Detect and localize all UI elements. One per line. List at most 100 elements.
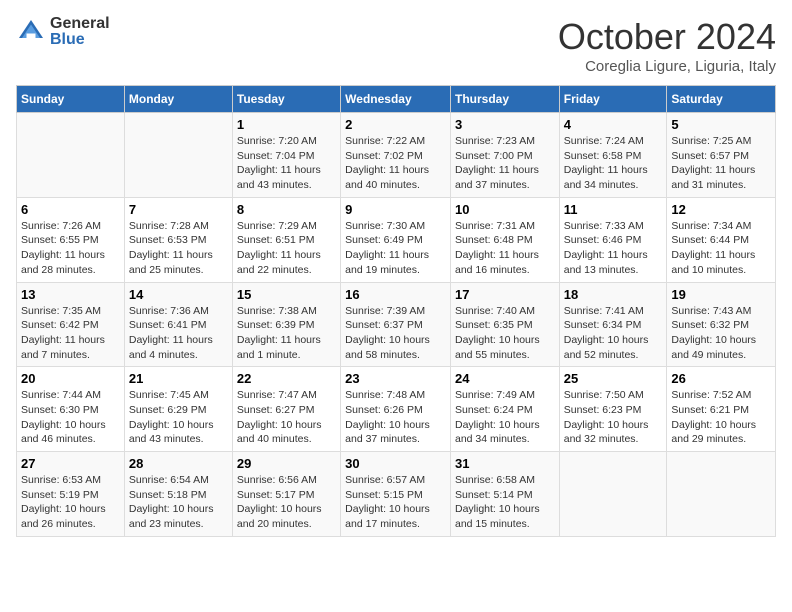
day-info: Sunrise: 7:34 AMSunset: 6:44 PMDaylight:…: [671, 219, 771, 278]
day-number: 31: [455, 456, 555, 471]
day-number: 13: [21, 287, 120, 302]
day-number: 25: [564, 371, 663, 386]
day-info: Sunrise: 7:24 AMSunset: 6:58 PMDaylight:…: [564, 134, 663, 193]
day-number: 28: [129, 456, 228, 471]
day-number: 12: [671, 202, 771, 217]
day-info: Sunrise: 7:41 AMSunset: 6:34 PMDaylight:…: [564, 304, 663, 363]
day-cell: [667, 452, 776, 537]
day-cell: 9 Sunrise: 7:30 AMSunset: 6:49 PMDaylight…: [341, 197, 451, 282]
title-block: October 2024 Coreglia Ligure, Liguria, I…: [558, 16, 776, 75]
week-row-2: 6Sunrise: 7:26 AMSunset: 6:55 PMDaylight…: [17, 197, 776, 282]
day-header-thursday: Thursday: [450, 86, 559, 113]
week-row-1: 1Sunrise: 7:20 AMSunset: 7:04 PMDaylight…: [17, 113, 776, 198]
day-cell: 11 Sunrise: 7:33 AMSunset: 6:46 PMDayligh…: [559, 197, 667, 282]
day-cell: 14 Sunrise: 7:36 AMSunset: 6:41 PMDayligh…: [124, 282, 232, 367]
day-cell: [559, 452, 667, 537]
day-info: Sunrise: 7:29 AMSunset: 6:51 PMDaylight:…: [237, 219, 336, 278]
day-info: Sunrise: 7:35 AMSunset: 6:42 PMDaylight:…: [21, 304, 120, 363]
logo-text: General Blue: [50, 16, 110, 48]
day-number: 20: [21, 371, 120, 386]
day-number: 6: [21, 202, 120, 217]
day-info: Sunrise: 7:28 AMSunset: 6:53 PMDaylight:…: [129, 219, 228, 278]
day-number: 10: [455, 202, 555, 217]
day-cell: 6Sunrise: 7:26 AMSunset: 6:55 PMDaylight…: [17, 197, 125, 282]
day-cell: 13 Sunrise: 7:35 AMSunset: 6:42 PMDayligh…: [17, 282, 125, 367]
day-cell: 4 Sunrise: 7:24 AMSunset: 6:58 PMDaylight…: [559, 113, 667, 198]
day-info: Sunrise: 7:25 AMSunset: 6:57 PMDaylight:…: [671, 134, 771, 193]
day-number: 30: [345, 456, 446, 471]
day-number: 11: [564, 202, 663, 217]
day-cell: 3Sunrise: 7:23 AMSunset: 7:00 PMDaylight…: [450, 113, 559, 198]
day-cell: 29 Sunrise: 6:56 AMSunset: 5:17 PMDayligh…: [232, 452, 340, 537]
day-number: 29: [237, 456, 336, 471]
day-number: 7: [129, 202, 228, 217]
day-info: Sunrise: 6:56 AMSunset: 5:17 PMDaylight:…: [237, 473, 336, 532]
day-cell: 12 Sunrise: 7:34 AMSunset: 6:44 PMDayligh…: [667, 197, 776, 282]
day-number: 16: [345, 287, 446, 302]
logo-icon: [16, 17, 46, 47]
day-info: Sunrise: 7:48 AMSunset: 6:26 PMDaylight:…: [345, 388, 446, 447]
day-number: 21: [129, 371, 228, 386]
week-row-3: 13 Sunrise: 7:35 AMSunset: 6:42 PMDayligh…: [17, 282, 776, 367]
day-info: Sunrise: 7:44 AMSunset: 6:30 PMDaylight:…: [21, 388, 120, 447]
day-number: 18: [564, 287, 663, 302]
day-number: 24: [455, 371, 555, 386]
logo: General Blue: [16, 16, 110, 48]
days-header-row: SundayMondayTuesdayWednesdayThursdayFrid…: [17, 86, 776, 113]
day-cell: 5Sunrise: 7:25 AMSunset: 6:57 PMDaylight…: [667, 113, 776, 198]
day-cell: 21Sunrise: 7:45 AMSunset: 6:29 PMDayligh…: [124, 367, 232, 452]
day-info: Sunrise: 6:58 AMSunset: 5:14 PMDaylight:…: [455, 473, 555, 532]
day-info: Sunrise: 7:20 AMSunset: 7:04 PMDaylight:…: [237, 134, 336, 193]
day-number: 19: [671, 287, 771, 302]
day-cell: 20 Sunrise: 7:44 AMSunset: 6:30 PMDayligh…: [17, 367, 125, 452]
month-title: October 2024: [558, 16, 776, 58]
day-info: Sunrise: 7:39 AMSunset: 6:37 PMDaylight:…: [345, 304, 446, 363]
day-number: 27: [21, 456, 120, 471]
week-row-5: 27Sunrise: 6:53 AMSunset: 5:19 PMDayligh…: [17, 452, 776, 537]
day-cell: 16 Sunrise: 7:39 AMSunset: 6:37 PMDayligh…: [341, 282, 451, 367]
day-cell: 2 Sunrise: 7:22 AMSunset: 7:02 PMDaylight…: [341, 113, 451, 198]
day-info: Sunrise: 7:40 AMSunset: 6:35 PMDaylight:…: [455, 304, 555, 363]
day-header-wednesday: Wednesday: [341, 86, 451, 113]
day-number: 14: [129, 287, 228, 302]
day-info: Sunrise: 7:31 AMSunset: 6:48 PMDaylight:…: [455, 219, 555, 278]
day-cell: 31 Sunrise: 6:58 AMSunset: 5:14 PMDayligh…: [450, 452, 559, 537]
day-cell: 22 Sunrise: 7:47 AMSunset: 6:27 PMDayligh…: [232, 367, 340, 452]
day-cell: 10 Sunrise: 7:31 AMSunset: 6:48 PMDayligh…: [450, 197, 559, 282]
day-info: Sunrise: 7:49 AMSunset: 6:24 PMDaylight:…: [455, 388, 555, 447]
location-subtitle: Coreglia Ligure, Liguria, Italy: [558, 58, 776, 75]
day-cell: 23 Sunrise: 7:48 AMSunset: 6:26 PMDayligh…: [341, 367, 451, 452]
day-number: 2: [345, 117, 446, 132]
day-cell: 28 Sunrise: 6:54 AMSunset: 5:18 PMDayligh…: [124, 452, 232, 537]
day-cell: 27Sunrise: 6:53 AMSunset: 5:19 PMDayligh…: [17, 452, 125, 537]
day-info: Sunrise: 7:52 AMSunset: 6:21 PMDaylight:…: [671, 388, 771, 447]
day-cell: 19Sunrise: 7:43 AMSunset: 6:32 PMDayligh…: [667, 282, 776, 367]
day-info: Sunrise: 7:33 AMSunset: 6:46 PMDaylight:…: [564, 219, 663, 278]
day-header-sunday: Sunday: [17, 86, 125, 113]
day-number: 23: [345, 371, 446, 386]
calendar-table: SundayMondayTuesdayWednesdayThursdayFrid…: [16, 85, 776, 537]
day-number: 9: [345, 202, 446, 217]
day-info: Sunrise: 7:47 AMSunset: 6:27 PMDaylight:…: [237, 388, 336, 447]
day-number: 15: [237, 287, 336, 302]
day-cell: 26Sunrise: 7:52 AMSunset: 6:21 PMDayligh…: [667, 367, 776, 452]
day-cell: [124, 113, 232, 198]
day-cell: 18 Sunrise: 7:41 AMSunset: 6:34 PMDayligh…: [559, 282, 667, 367]
day-cell: 17Sunrise: 7:40 AMSunset: 6:35 PMDayligh…: [450, 282, 559, 367]
day-number: 4: [564, 117, 663, 132]
day-info: Sunrise: 7:50 AMSunset: 6:23 PMDaylight:…: [564, 388, 663, 447]
day-number: 22: [237, 371, 336, 386]
logo-blue-text: Blue: [50, 32, 110, 48]
day-cell: 24 Sunrise: 7:49 AMSunset: 6:24 PMDayligh…: [450, 367, 559, 452]
day-header-saturday: Saturday: [667, 86, 776, 113]
day-info: Sunrise: 6:54 AMSunset: 5:18 PMDaylight:…: [129, 473, 228, 532]
day-cell: 25 Sunrise: 7:50 AMSunset: 6:23 PMDayligh…: [559, 367, 667, 452]
day-header-monday: Monday: [124, 86, 232, 113]
day-number: 3: [455, 117, 555, 132]
day-info: Sunrise: 7:36 AMSunset: 6:41 PMDaylight:…: [129, 304, 228, 363]
day-cell: 8Sunrise: 7:29 AMSunset: 6:51 PMDaylight…: [232, 197, 340, 282]
day-info: Sunrise: 7:30 AMSunset: 6:49 PMDaylight:…: [345, 219, 446, 278]
day-cell: [17, 113, 125, 198]
day-cell: 30Sunrise: 6:57 AMSunset: 5:15 PMDayligh…: [341, 452, 451, 537]
day-info: Sunrise: 7:22 AMSunset: 7:02 PMDaylight:…: [345, 134, 446, 193]
